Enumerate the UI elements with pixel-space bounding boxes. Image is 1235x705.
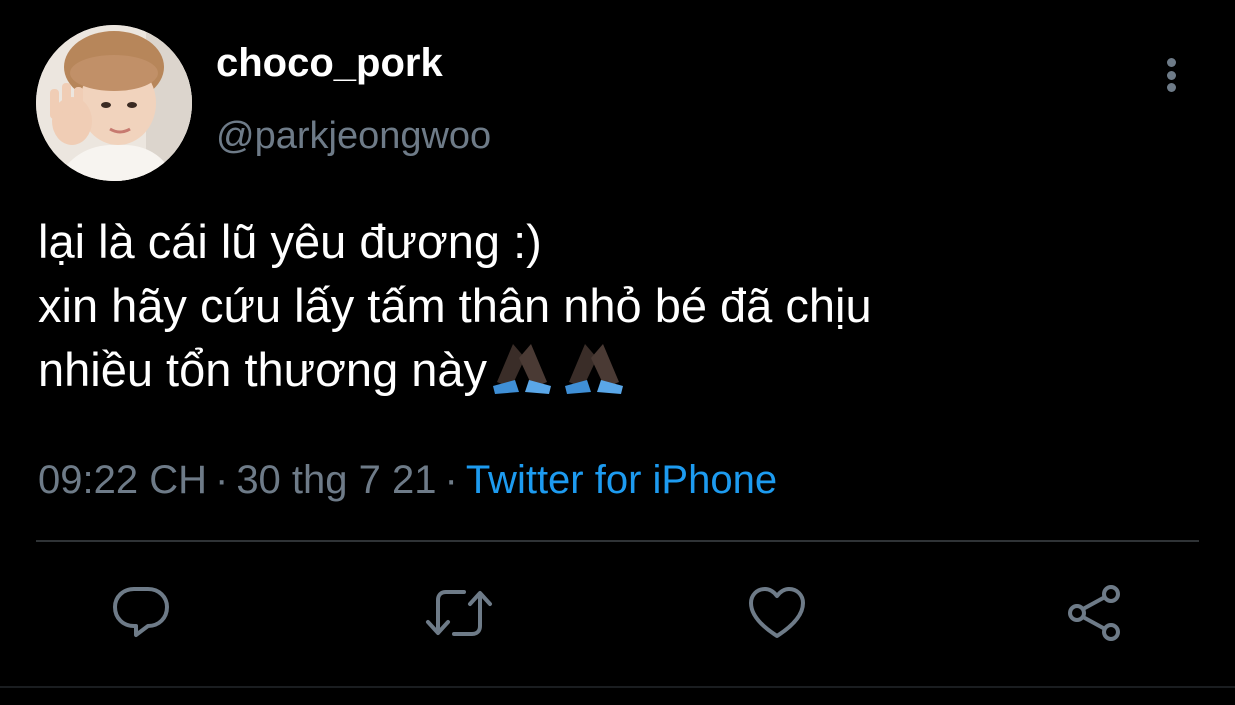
tweet-text-line: lại là cái lũ yêu đương :) bbox=[38, 215, 542, 268]
meta-separator: · bbox=[444, 458, 458, 502]
tweet-meta: 09:22 CH · 30 thg 7 21 · Twitter for iPhone bbox=[38, 456, 777, 504]
more-dot-icon bbox=[1166, 83, 1176, 92]
tweet-source-link[interactable]: Twitter for iPhone bbox=[466, 458, 777, 502]
like-button[interactable] bbox=[742, 578, 812, 648]
reply-icon bbox=[113, 587, 169, 637]
bottom-divider bbox=[0, 686, 1235, 688]
tweet-text-line-with-emoji: nhiều tổn thương này bbox=[38, 338, 1198, 410]
tweet-time: 09:22 CH bbox=[38, 458, 207, 502]
retweet-button[interactable] bbox=[424, 578, 494, 648]
avatar-photo bbox=[36, 25, 192, 181]
pray-hands-icon bbox=[493, 342, 635, 410]
tweet-date: 30 thg 7 21 bbox=[236, 458, 437, 502]
user-handle[interactable]: @parkjeongwoo bbox=[216, 114, 491, 158]
more-dot-icon bbox=[1166, 58, 1176, 67]
reply-button[interactable] bbox=[106, 578, 176, 648]
tweet-detail: choco_pork @parkjeongwoo lại là cái lũ y… bbox=[0, 0, 1235, 705]
share-icon bbox=[1068, 585, 1120, 641]
more-dot-icon bbox=[1166, 70, 1176, 80]
tweet-actions bbox=[0, 578, 1235, 648]
heart-icon bbox=[749, 587, 805, 638]
more-options-button[interactable] bbox=[1154, 52, 1188, 98]
divider bbox=[36, 540, 1199, 542]
tweet-text-line: xin hãy cứu lấy tấm thân nhỏ bé đã chịu bbox=[38, 279, 872, 332]
display-name[interactable]: choco_pork bbox=[216, 40, 443, 86]
tweet-text-line: nhiều tổn thương này bbox=[38, 343, 488, 396]
share-button[interactable] bbox=[1060, 578, 1130, 648]
tweet-text: lại là cái lũ yêu đương :) xin hãy cứu l… bbox=[38, 210, 1198, 410]
avatar[interactable] bbox=[36, 25, 192, 181]
meta-separator: · bbox=[214, 458, 229, 502]
retweet-icon bbox=[426, 590, 492, 636]
